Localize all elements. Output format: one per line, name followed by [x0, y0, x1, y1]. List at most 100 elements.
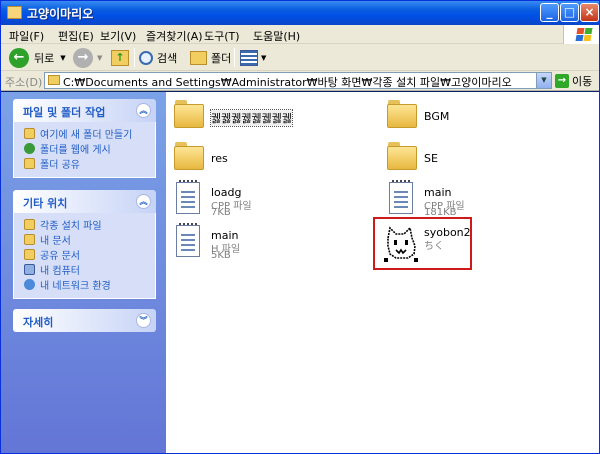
my-computer-link[interactable]: 내 컴퓨터: [24, 262, 155, 277]
folders-button[interactable]: 폴더: [190, 47, 231, 68]
menu-edit[interactable]: 편집(E): [58, 28, 94, 44]
panel-header[interactable]: 자세히 ︾: [13, 309, 156, 332]
file-item[interactable]: main CPP 파일 181KB: [381, 180, 581, 220]
address-label: 주소(D): [5, 76, 43, 89]
close-button[interactable]: ×: [580, 3, 599, 22]
go-arrow-icon: →: [555, 74, 569, 88]
minimize-button[interactable]: _: [540, 3, 559, 22]
my-documents-link[interactable]: 내 문서: [24, 232, 155, 247]
search-icon: [139, 50, 153, 65]
file-name: SE: [424, 152, 438, 165]
menu-bar: 파일(F) 편집(E) 보기(V) 즐겨찾기(A) 도구(T) 도움말(H): [1, 25, 599, 44]
file-name: BGM: [424, 110, 450, 123]
address-dropdown-button[interactable]: ▼: [536, 73, 551, 88]
network-places-link[interactable]: 내 네트워크 환경: [24, 277, 155, 292]
views-button[interactable]: ▼: [240, 47, 266, 68]
panel-body: 각종 설치 파일 내 문서 공유 문서 내 컴퓨터 내 네트워크 환경: [13, 213, 156, 299]
web-globe-icon: [24, 143, 35, 154]
menu-help[interactable]: 도움말(H): [253, 28, 300, 44]
link-label: 공유 문서: [40, 251, 80, 262]
cpp-file-icon: [176, 180, 200, 214]
network-icon: [24, 279, 35, 290]
link-label: 폴더를 웹에 게시: [40, 145, 111, 156]
collapse-icon[interactable]: ︽: [136, 194, 151, 209]
search-label: 검색: [157, 51, 178, 65]
cpp-file-icon: [389, 180, 413, 214]
publish-folder-link[interactable]: 폴더를 웹에 게시: [24, 141, 155, 156]
file-list: 궳궳궳궳궳궳궳궳 BGM res SE loadg CPP 파일 7KB mai…: [166, 92, 599, 453]
file-size: 7KB: [211, 207, 231, 218]
maximize-button[interactable]: □: [560, 3, 579, 22]
folder-icon: [190, 50, 207, 65]
go-button[interactable]: → 이동: [555, 73, 592, 89]
window-title: 고양이마리오: [27, 7, 94, 21]
share-folder-link[interactable]: 폴더 공유: [24, 156, 155, 171]
chevron-down-icon: ▼: [261, 53, 267, 62]
file-name: 궳궳궳궳궳궳궳궳: [210, 109, 293, 127]
new-folder-icon: [24, 128, 35, 139]
menu-view[interactable]: 보기(V): [100, 28, 136, 44]
shared-documents-link[interactable]: 공유 문서: [24, 247, 155, 262]
up-folder-button[interactable]: ↑: [111, 47, 129, 68]
folder-item[interactable]: BGM: [381, 96, 581, 136]
chevron-down-icon: ▼: [60, 53, 66, 62]
folders-label: 폴더: [211, 51, 232, 65]
chevron-down-icon: ▼: [97, 53, 103, 62]
up-folder-icon: ↑: [111, 49, 129, 66]
link-label: 내 문서: [40, 236, 71, 247]
details-panel: 자세히 ︾: [13, 309, 156, 332]
file-name: res: [211, 152, 228, 165]
panel-body: 여기에 새 폴더 만들기 폴더를 웹에 게시 폴더 공유: [13, 122, 156, 178]
install-files-link[interactable]: 각종 설치 파일: [24, 217, 155, 232]
link-label: 여기에 새 폴더 만들기: [40, 130, 133, 141]
other-places-panel: 기타 위치 ︽ 각종 설치 파일 내 문서 공유 문서 내 컴퓨터 내 네트워크…: [13, 190, 156, 299]
panel-title: 기타 위치: [23, 197, 68, 210]
menu-tools[interactable]: 도구(T): [204, 28, 240, 44]
folder-icon: [7, 6, 22, 19]
menu-file[interactable]: 파일(F): [9, 28, 44, 44]
panel-header[interactable]: 파일 및 폴더 작업 ︽: [13, 99, 156, 122]
go-label: 이동: [572, 75, 593, 88]
file-size: 5KB: [211, 250, 231, 261]
expand-icon[interactable]: ︾: [136, 313, 151, 328]
folder-icon: [174, 142, 204, 170]
folder-item[interactable]: SE: [381, 138, 581, 178]
header-file-icon: [176, 223, 200, 257]
computer-icon: [24, 264, 35, 275]
toolbar: ← 뒤로 ▼ → ▼ ↑ 검색 폴더 ▼: [1, 44, 599, 71]
windows-logo-icon: [563, 25, 599, 44]
folder-icon: [387, 100, 417, 128]
task-pane: 파일 및 폴더 작업 ︽ 여기에 새 폴더 만들기 폴더를 웹에 게시 폴더 공…: [1, 92, 166, 453]
link-label: 각종 설치 파일: [40, 221, 102, 232]
address-field[interactable]: C:₩Documents and Settings₩Administrator₩…: [44, 72, 552, 89]
file-item[interactable]: loadg CPP 파일 7KB: [168, 180, 368, 220]
link-label: 내 컴퓨터: [40, 266, 80, 277]
new-folder-link[interactable]: 여기에 새 폴더 만들기: [24, 126, 155, 141]
link-label: 내 네트워크 환경: [40, 281, 111, 292]
explorer-window: 고양이마리오 _ □ × 파일(F) 편집(E) 보기(V) 즐겨찾기(A) 도…: [0, 0, 600, 454]
panel-header[interactable]: 기타 위치 ︽: [13, 190, 156, 213]
collapse-icon[interactable]: ︽: [136, 103, 151, 118]
back-arrow-icon: ←: [9, 47, 29, 68]
folder-icon: [48, 75, 60, 85]
address-bar: 주소(D) C:₩Documents and Settings₩Administ…: [1, 71, 599, 91]
search-button[interactable]: 검색: [139, 47, 177, 68]
my-documents-icon: [24, 234, 35, 245]
file-item[interactable]: main H 파일 5KB: [168, 223, 368, 263]
menu-favorites[interactable]: 즐겨찾기(A): [146, 28, 203, 44]
folder-item[interactable]: 궳궳궳궳궳궳궳궳: [168, 96, 368, 136]
panel-title: 파일 및 폴더 작업: [23, 106, 106, 119]
address-path: C:₩Documents and Settings₩Administrator₩…: [63, 76, 512, 89]
folder-item[interactable]: res: [168, 138, 368, 178]
link-label: 폴더 공유: [40, 160, 80, 171]
view-grid-icon: [240, 49, 258, 66]
title-bar[interactable]: 고양이마리오 _ □ ×: [1, 1, 599, 25]
forward-arrow-icon: →: [73, 47, 93, 68]
shared-documents-icon: [24, 249, 35, 260]
folder-icon: [24, 219, 35, 230]
back-button[interactable]: ← 뒤로 ▼: [9, 47, 66, 68]
forward-button[interactable]: → ▼: [73, 47, 102, 68]
panel-title: 자세히: [23, 316, 54, 329]
file-folder-tasks-panel: 파일 및 폴더 작업 ︽ 여기에 새 폴더 만들기 폴더를 웹에 게시 폴더 공…: [13, 99, 156, 178]
folder-icon: [174, 100, 204, 128]
